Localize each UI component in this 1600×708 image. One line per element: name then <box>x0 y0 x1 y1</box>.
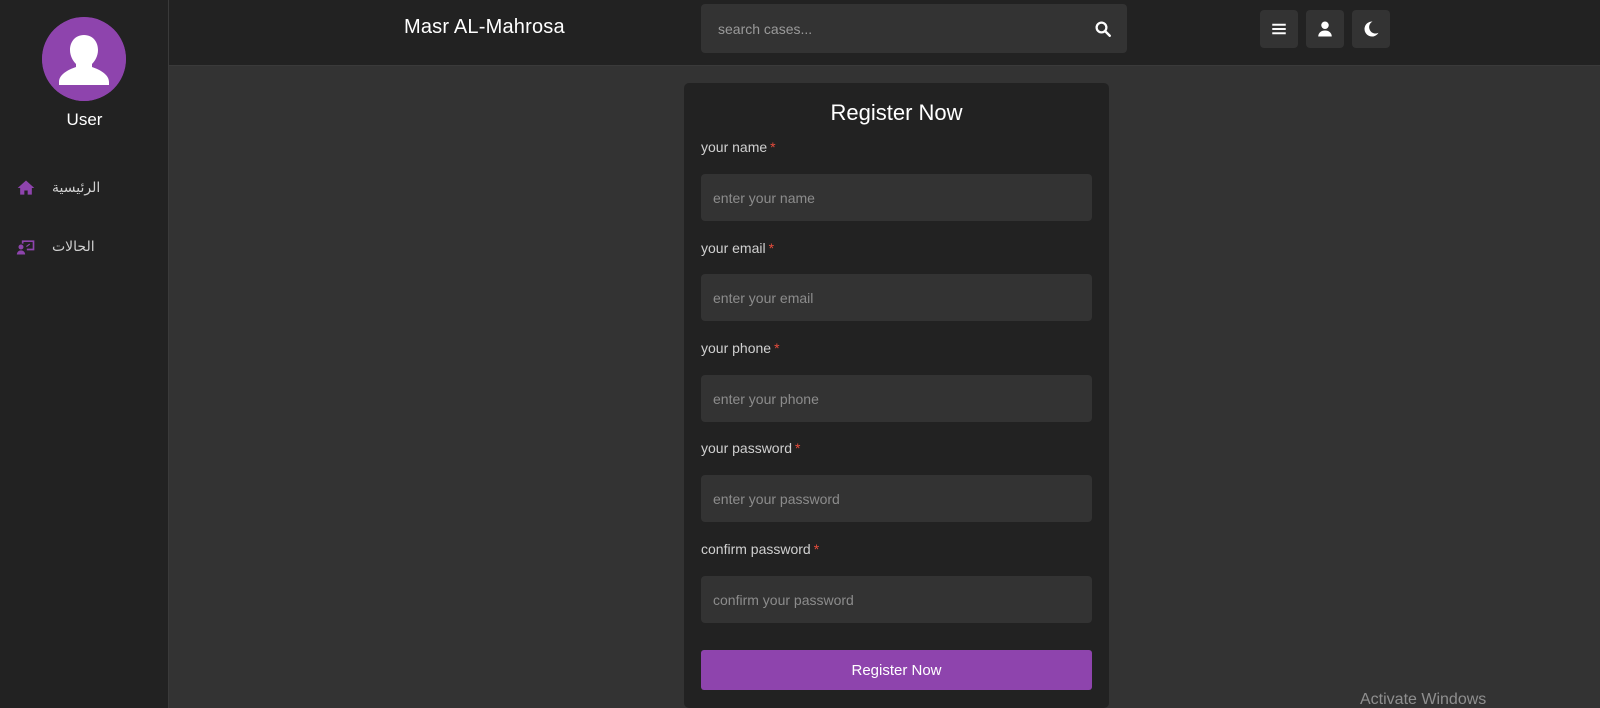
password-label: your password * <box>701 440 801 456</box>
user-button[interactable] <box>1306 10 1344 48</box>
search-icon[interactable] <box>1079 4 1127 53</box>
password-field[interactable] <box>701 475 1092 522</box>
field-label-text: your phone <box>701 340 772 356</box>
search-form <box>701 4 1127 53</box>
field-label-text: your password <box>701 440 793 456</box>
required-marker: * <box>774 340 780 356</box>
required-marker: * <box>770 139 776 155</box>
user-avatar-icon[interactable] <box>42 17 126 101</box>
form-title: Register Now <box>830 100 963 125</box>
name-field[interactable] <box>701 174 1092 221</box>
brand-title[interactable]: Masr AL-Mahrosa <box>404 16 565 39</box>
menu-button[interactable] <box>1260 10 1298 48</box>
moon-icon <box>1364 21 1379 37</box>
phone-field[interactable] <box>701 375 1092 422</box>
email-label: your email * <box>701 240 774 256</box>
confirm-password-field[interactable] <box>701 576 1092 623</box>
required-marker: * <box>813 541 820 557</box>
theme-toggle-button[interactable] <box>1352 10 1390 48</box>
sidebar-item-cases[interactable]: الحالات <box>0 227 169 267</box>
menu-icon <box>1272 23 1286 35</box>
sidebar-item-label: الرئيسية <box>52 180 101 196</box>
field-label-text: confirm password <box>701 541 811 557</box>
field-label-text: your name <box>701 139 768 155</box>
phone-label: your phone * <box>701 340 780 356</box>
cases-icon <box>16 237 36 257</box>
required-marker: * <box>795 440 801 456</box>
required-marker: * <box>768 240 775 256</box>
name-label: your name * <box>701 139 776 155</box>
sidebar-item-label: الحالات <box>52 239 95 255</box>
field-label-text: your email <box>701 240 766 256</box>
home-icon <box>16 178 36 198</box>
email-field[interactable] <box>701 274 1092 321</box>
confirm-password-label: confirm password * <box>701 541 819 557</box>
activate-windows-watermark: Activate Windows <box>1360 691 1487 708</box>
register-button[interactable]: Register Now <box>701 650 1092 690</box>
user-icon <box>1318 21 1332 37</box>
sidebar-item-home[interactable]: الرئيسية <box>0 168 169 208</box>
register-form: Register Now your name* your email* your… <box>684 83 1109 708</box>
user-name: User <box>66 110 103 129</box>
search-input[interactable] <box>701 4 1079 53</box>
top-header: Masr AL-Mahrosa <box>169 0 1600 66</box>
sidebar: User الرئيسية الحالات <box>0 0 169 708</box>
